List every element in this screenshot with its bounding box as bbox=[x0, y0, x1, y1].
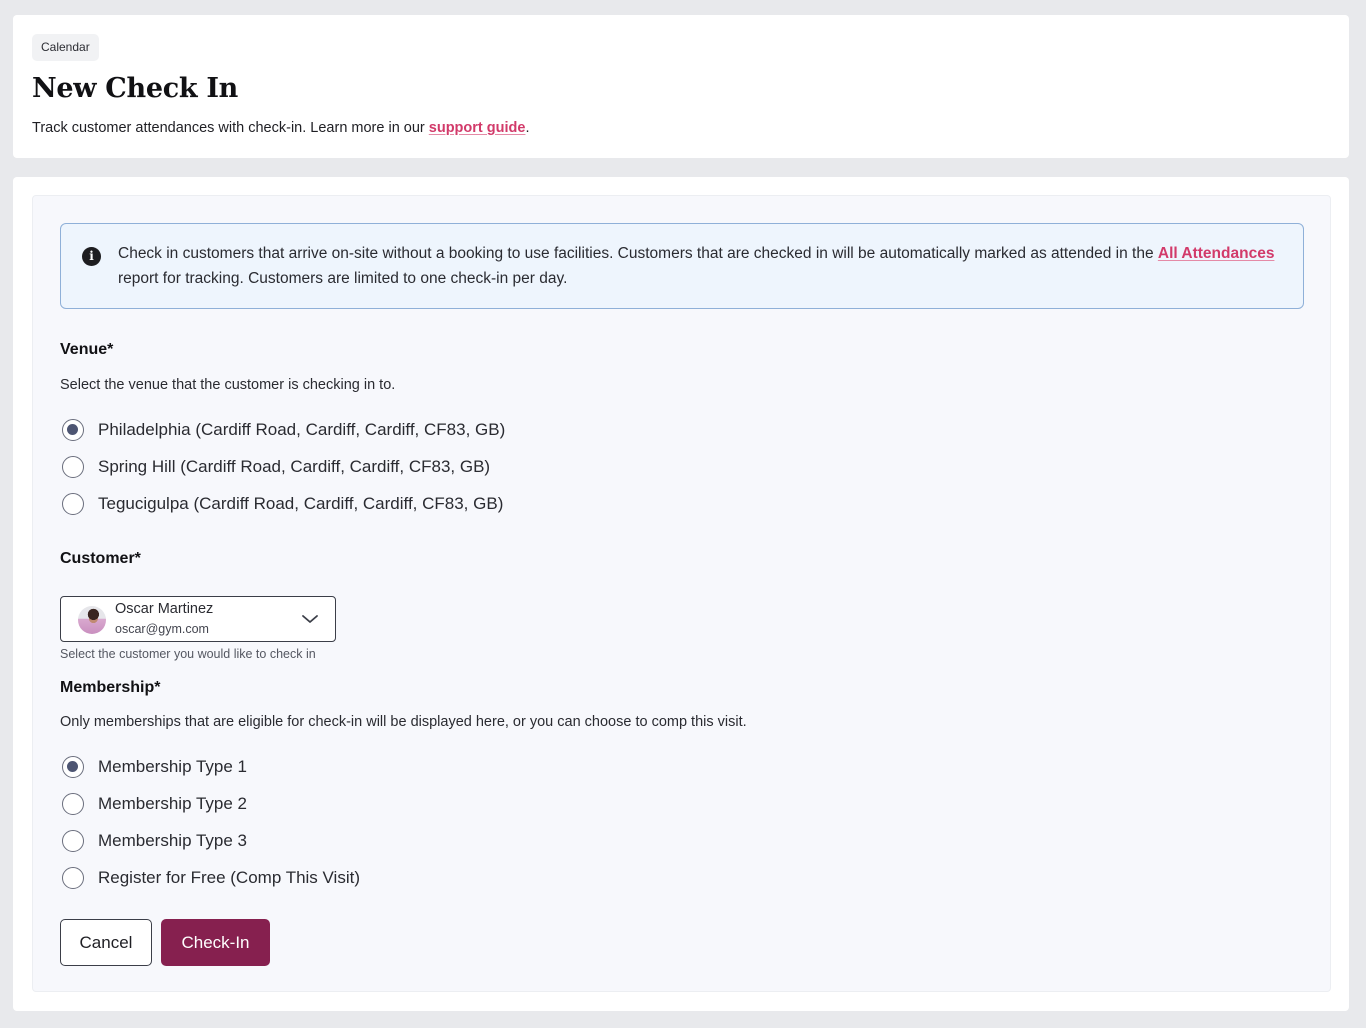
venue-option-philadelphia[interactable]: Philadelphia (Cardiff Road, Cardiff, Car… bbox=[62, 418, 505, 442]
info-text: Check in customers that arrive on-site w… bbox=[118, 241, 1283, 291]
info-text-prefix: Check in customers that arrive on-site w… bbox=[118, 245, 1158, 262]
venue-option-label: Tegucigulpa (Cardiff Road, Cardiff, Card… bbox=[98, 494, 504, 513]
cancel-button[interactable]: Cancel bbox=[60, 919, 152, 966]
customer-label: Customer* bbox=[60, 550, 141, 567]
membership-option-type-3[interactable]: Membership Type 3 bbox=[62, 829, 247, 853]
breadcrumb-calendar[interactable]: Calendar bbox=[32, 34, 99, 61]
customer-avatar bbox=[78, 606, 106, 634]
radio-unchecked-icon[interactable] bbox=[62, 456, 84, 478]
info-text-suffix: report for tracking. Customers are limit… bbox=[118, 270, 568, 287]
chevron-down-icon[interactable] bbox=[301, 610, 319, 628]
membership-option-type-1[interactable]: Membership Type 1 bbox=[62, 755, 247, 779]
subtitle-suffix: . bbox=[525, 120, 530, 136]
radio-unchecked-icon[interactable] bbox=[62, 493, 84, 515]
venue-option-tegucigulpa[interactable]: Tegucigulpa (Cardiff Road, Cardiff, Card… bbox=[62, 492, 503, 516]
all-attendances-link[interactable]: All Attendances bbox=[1158, 245, 1275, 262]
info-icon: i bbox=[82, 247, 101, 266]
membership-option-label: Membership Type 3 bbox=[98, 831, 247, 850]
check-in-form: i Check in customers that arrive on-site… bbox=[32, 195, 1331, 992]
main-card: i Check in customers that arrive on-site… bbox=[13, 177, 1349, 1011]
radio-checked-icon[interactable] bbox=[62, 756, 84, 778]
membership-option-label: Membership Type 1 bbox=[98, 757, 247, 776]
venue-option-label: Spring Hill (Cardiff Road, Cardiff, Card… bbox=[98, 457, 491, 476]
membership-help: Only memberships that are eligible for c… bbox=[60, 714, 747, 730]
page-title: New Check In bbox=[32, 73, 239, 104]
membership-option-label: Register for Free (Comp This Visit) bbox=[98, 868, 360, 887]
membership-option-comp[interactable]: Register for Free (Comp This Visit) bbox=[62, 866, 360, 890]
radio-unchecked-icon[interactable] bbox=[62, 830, 84, 852]
membership-option-type-2[interactable]: Membership Type 2 bbox=[62, 792, 247, 816]
support-guide-link[interactable]: support guide bbox=[429, 120, 526, 136]
membership-option-label: Membership Type 2 bbox=[98, 794, 247, 813]
customer-name: Oscar Martinez bbox=[115, 601, 214, 617]
customer-help: Select the customer you would like to ch… bbox=[60, 647, 316, 661]
radio-unchecked-icon[interactable] bbox=[62, 867, 84, 889]
venue-help: Select the venue that the customer is ch… bbox=[60, 377, 396, 393]
page-subtitle: Track customer attendances with check-in… bbox=[32, 120, 529, 136]
info-banner: i Check in customers that arrive on-site… bbox=[60, 223, 1304, 309]
radio-unchecked-icon[interactable] bbox=[62, 793, 84, 815]
membership-label: Membership* bbox=[60, 679, 161, 696]
venue-label: Venue* bbox=[60, 341, 114, 358]
radio-checked-icon[interactable] bbox=[62, 419, 84, 441]
check-in-button[interactable]: Check-In bbox=[161, 919, 270, 966]
customer-email: oscar@gym.com bbox=[115, 622, 209, 636]
venue-option-spring-hill[interactable]: Spring Hill (Cardiff Road, Cardiff, Card… bbox=[62, 455, 490, 479]
page-header: Calendar New Check In Track customer att… bbox=[13, 15, 1349, 158]
venue-option-label: Philadelphia (Cardiff Road, Cardiff, Car… bbox=[98, 420, 506, 439]
subtitle-text: Track customer attendances with check-in… bbox=[32, 120, 429, 136]
customer-select[interactable]: Oscar Martinez oscar@gym.com bbox=[60, 596, 336, 642]
